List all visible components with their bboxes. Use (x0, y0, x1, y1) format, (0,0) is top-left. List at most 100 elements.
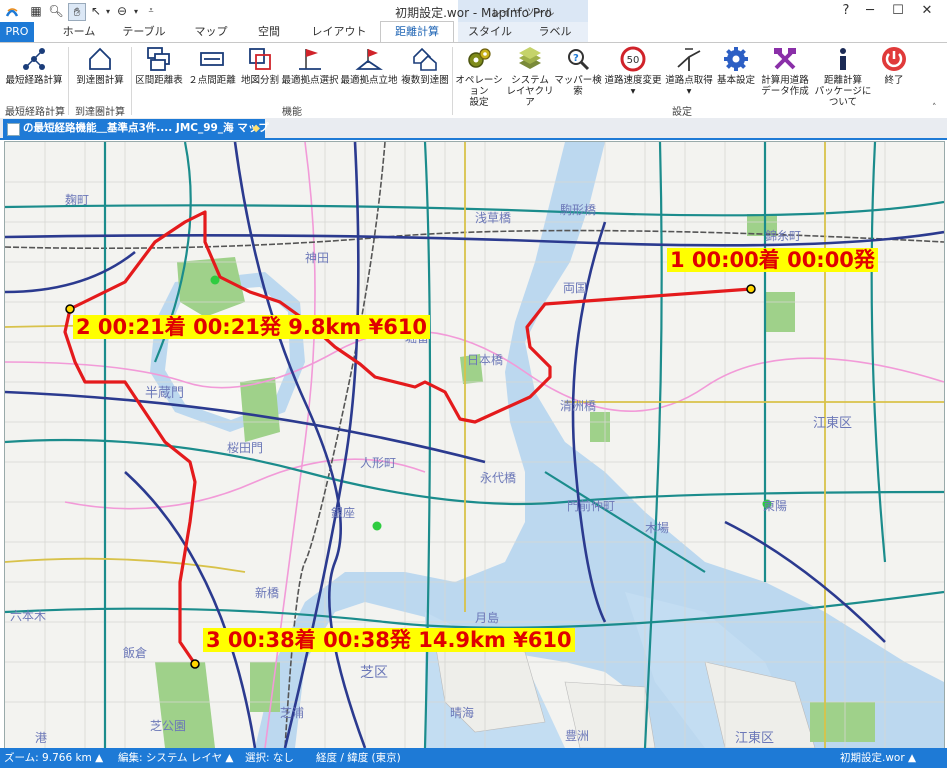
exit-button[interactable]: 終了 (876, 45, 912, 86)
edit-layer-status[interactable]: 編集: システム レイヤ ▲ (118, 748, 234, 768)
maximize-button[interactable]: ☐ (884, 2, 912, 20)
stop-marker-3[interactable] (190, 659, 200, 669)
optimal-site-select-button[interactable]: 最適拠点選択 (281, 45, 339, 86)
mapper-search-label: マッパー検索 (554, 75, 602, 97)
tab-layout[interactable]: レイアウト (302, 22, 376, 42)
calc-road-data-label1: 計算用道路 (761, 75, 809, 86)
tab-label[interactable]: ラベル (522, 22, 588, 42)
segment-distance-table-button[interactable]: 区間距離表 (133, 45, 185, 86)
place-name: 豊洲 (565, 729, 589, 743)
place-name: 麹町 (65, 192, 89, 207)
green-point-marker[interactable] (210, 275, 220, 285)
reach-area-button[interactable]: 到達圏計算 (72, 45, 128, 86)
place-name: 港 (35, 731, 47, 745)
speed-sign-icon: 50 (620, 46, 646, 72)
place-name: 門前仲町 (567, 498, 615, 513)
coordinate-system-status[interactable]: 経度 / 緯度 (東京) (316, 748, 401, 768)
tab-style[interactable]: スタイル (458, 22, 522, 42)
place-name: 東陽 (763, 499, 787, 513)
optimal-site-select-label: 最適拠点選択 (281, 75, 339, 86)
flag-icon (299, 49, 321, 70)
tab-table[interactable]: テーブル (112, 22, 176, 42)
close-button[interactable]: ✕ (913, 2, 941, 20)
shortest-route-label: 最短経路計算 (5, 75, 63, 86)
exit-label: 終了 (884, 75, 904, 86)
workspace-status[interactable]: 初期設定.wor ▲ (840, 748, 916, 768)
map-window[interactable]: 神田 浅草橋 両国 駒形橋 錦糸町 日本橋 半蔵門 桜田門 永代橋 月島 晴海 … (4, 141, 945, 749)
place-name: 六本木 (10, 609, 46, 623)
route-stop-label-2: 2 00:21着 00:21発 9.8km ¥610 (73, 315, 431, 339)
power-icon (882, 47, 906, 71)
stop-marker-2[interactable] (65, 304, 75, 314)
place-name: 新橋 (255, 585, 279, 600)
group-divider (68, 47, 69, 115)
collapse-ribbon-icon[interactable]: ˄ (932, 103, 937, 113)
pin-icon[interactable]: ◆ (252, 119, 260, 138)
map-document-tab[interactable]: の最短経路機能＿基準点3件.... JMC_99_海 マップ ◆ (3, 119, 269, 138)
basic-settings-button[interactable]: 基本設定 (715, 45, 757, 86)
green-point-marker[interactable] (372, 521, 382, 531)
road-pick-icon (677, 48, 701, 71)
ruler-icon (200, 52, 224, 66)
operation-settings-button[interactable]: オペレーション 設定 (453, 45, 505, 108)
two-point-distance-button[interactable]: ２点間距離 (187, 45, 237, 86)
calc-road-data-label2: データ作成 (761, 86, 809, 97)
map-split-icon (249, 48, 271, 70)
multi-reach-area-button[interactable]: 複数到達圏 (398, 45, 452, 86)
selection-status: 選択: なし (245, 752, 294, 764)
tab-spatial[interactable]: 空間 (244, 22, 294, 42)
road-speed-change-label: 道路速度変更 (604, 75, 662, 86)
house-icon (89, 47, 111, 70)
group-label-shortest-route: 最短経路計算 (5, 107, 65, 118)
place-name: 日本橋 (467, 353, 503, 367)
place-name: 芝公園 (150, 718, 186, 733)
place-name: 銀座 (331, 505, 355, 520)
road-speed-change-button[interactable]: 50 道路速度変更 ▾ (604, 45, 662, 97)
route-nodes-icon (23, 48, 45, 70)
two-point-distance-label: ２点間距離 (188, 75, 236, 86)
system-layer-clear-button[interactable]: システム レイヤクリア (505, 45, 555, 108)
operation-settings-label1: オペレーション (455, 75, 503, 97)
calc-road-data-create-button[interactable]: 計算用道路 データ作成 (757, 45, 813, 97)
zoom-status[interactable]: ズーム: 9.766 km ▲ (4, 748, 103, 768)
multi-reach-area-label: 複数到達圏 (401, 75, 449, 86)
place-name: 月島 (475, 610, 499, 625)
place-name: 錦糸町 (765, 228, 801, 243)
optimal-site-location-button[interactable]: 最適拠点立地 (340, 45, 398, 86)
map-document-title: の最短経路機能＿基準点3件.... JMC_99_海 マップ (23, 122, 269, 134)
gears-icon (468, 48, 491, 68)
minimize-button[interactable]: ─ (856, 2, 884, 20)
place-name: 永代橋 (480, 471, 516, 485)
place-name: 芝区 (360, 665, 388, 681)
place-name: 浅草橋 (475, 211, 511, 225)
group-label-settings: 設定 (672, 107, 692, 118)
tab-pro[interactable]: PRO (0, 22, 34, 42)
place-name: 神田 (305, 251, 329, 265)
window-title: 初期設定.wor - MapInfo Pro (395, 6, 552, 20)
reach-area-label: 到達圏計算 (76, 75, 124, 86)
svg-text:?: ? (573, 53, 579, 64)
chevron-down-icon: ▾ (630, 86, 636, 97)
stop-marker-1[interactable] (746, 284, 756, 294)
tab-map[interactable]: マップ (184, 22, 238, 42)
place-name: 人形町 (360, 456, 396, 470)
place-name: 駒形橋 (560, 203, 596, 217)
group-label-functions: 機能 (282, 107, 302, 118)
place-name: 半蔵門 (145, 386, 184, 401)
mapper-search-button[interactable]: ? マッパー検索 (552, 45, 604, 97)
segment-distance-table-label: 区間距離表 (135, 75, 183, 86)
place-name: 両国 (563, 281, 587, 295)
svg-text:50: 50 (627, 55, 640, 66)
table-windows-icon (147, 47, 170, 71)
tab-home[interactable]: ホーム (52, 22, 106, 42)
title-bar: ▦ 🔍︎ ✋︎ ↖ ▾ ⊖ ▾ ⩡ レイヤ ツール 初期設定.wor - Map… (0, 0, 947, 23)
map-split-button[interactable]: 地図分割 (238, 45, 282, 86)
about-package-button[interactable]: 距離計算 パッケージについて (810, 45, 876, 108)
ribbon-tabs: PRO ホーム テーブル マップ 空間 レイアウト 距離計算 スタイル ラベル (0, 21, 947, 42)
tab-distance-calc[interactable]: 距離計算 (380, 21, 454, 42)
route-stop-label-1: 1 00:00着 00:00発 (667, 248, 878, 272)
shortest-route-button[interactable]: 最短経路計算 (3, 45, 65, 86)
place-name: 晴海 (450, 705, 474, 720)
road-point-get-button[interactable]: 道路点取得 ▾ (663, 45, 715, 97)
place-name: 桜田門 (227, 441, 263, 455)
